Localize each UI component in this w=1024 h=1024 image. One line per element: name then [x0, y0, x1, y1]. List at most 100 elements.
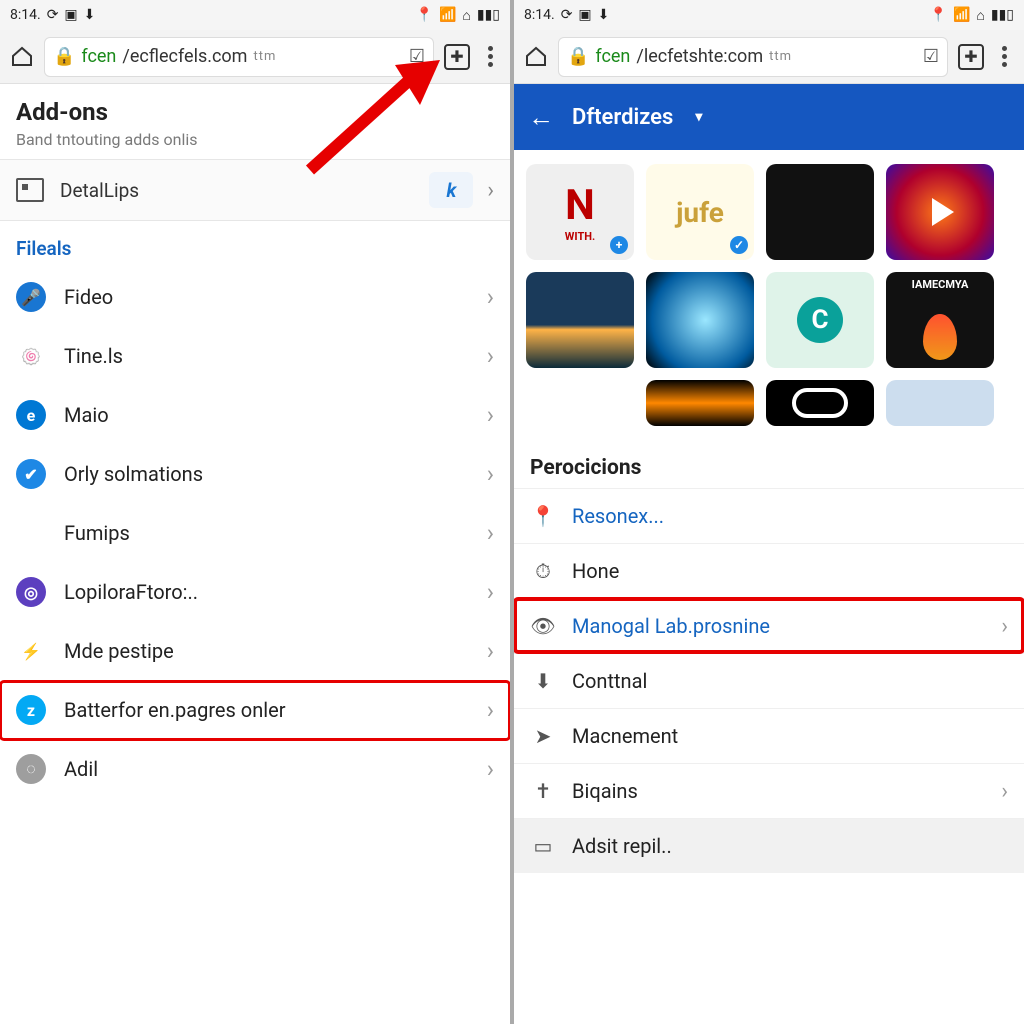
category-title: Dfterdizes [572, 105, 673, 130]
signal-icon: ▮▮▯ [991, 7, 1014, 23]
item-label: Tine.ls [64, 344, 487, 368]
app-icon: e [16, 400, 46, 430]
section-title: Perocicions [514, 444, 1024, 488]
wifi-icon: 📶 [953, 7, 970, 23]
addons-list: 🎤Fideo›🍥Tine.ls›eMaio›✔Orly solmations›◐… [0, 268, 510, 799]
lock-icon: 🔒 [567, 46, 589, 67]
settings-item[interactable]: ✝Biqains› [514, 763, 1024, 818]
status-bar: 8:14. ⟳ ▣ ⬇ 📍 📶 ⌂ ▮▮▯ [514, 0, 1024, 30]
new-tab-button[interactable]: ✚ [958, 44, 984, 70]
thumb[interactable]: C [766, 272, 874, 368]
status-icon: ⬇ [84, 7, 96, 23]
list-item[interactable]: ◎LopiloraFtoro:..› [0, 563, 510, 622]
settings-item[interactable]: ▭Adsit repil.. [514, 818, 1024, 873]
setting-icon: ✝ [530, 778, 556, 804]
overflow-menu-button[interactable] [994, 46, 1014, 67]
status-time: 8:14. [524, 7, 555, 23]
url-bar[interactable]: 🔒 fcen /lecfetshte:com ttm ☑ [558, 37, 948, 77]
setting-icon: 👁 [530, 613, 556, 639]
verified-badge-icon: ✓ [730, 236, 748, 254]
setting-icon: ⏱ [530, 558, 556, 584]
thumb[interactable] [886, 164, 994, 260]
thumb[interactable] [646, 380, 754, 426]
app-icon: ◎ [16, 577, 46, 607]
list-item[interactable]: ⚡Mde pestipe› [0, 622, 510, 681]
url-domain: fcen [595, 46, 630, 67]
list-item[interactable]: ✔Orly solmations› [0, 445, 510, 504]
thumb[interactable] [766, 380, 874, 426]
chevron-right-icon: › [487, 519, 494, 547]
setting-icon: ▭ [530, 833, 556, 859]
home-button[interactable] [10, 45, 34, 69]
list-item[interactable]: ◐Fumips› [0, 504, 510, 563]
status-time: 8:14. [10, 7, 41, 23]
settings-item[interactable]: ⏱ Hone [514, 543, 1024, 598]
signal-icon: ▮▮▯ [477, 7, 500, 23]
bookmark-icon[interactable]: ☑ [409, 46, 425, 67]
settings-item[interactable]: ➤Macnement [514, 708, 1024, 763]
location-icon: 📍 [930, 7, 947, 23]
thumb[interactable] [526, 380, 634, 426]
setting-label: Hone [572, 559, 619, 583]
chevron-down-icon[interactable]: ▾ [695, 109, 702, 125]
settings-item[interactable]: 📍Resonex... [514, 488, 1024, 543]
phone-left: 8:14. ⟳ ▣ ⬇ 📍 📶 ⌂ ▮▮▯ 🔒 fcen /ecflecfels… [0, 0, 510, 1024]
list-item[interactable]: zBatterfor en.pagres onler› [0, 681, 510, 740]
list-item[interactable]: 🎤Fideo› [0, 268, 510, 327]
thumbnail-grid: NWITH.+ jufe✓ C IAMECMYA [514, 150, 1024, 444]
list-item[interactable]: ◌Adil› [0, 740, 510, 799]
details-label: DetalLips [60, 179, 139, 202]
settings-item[interactable]: ⬇Conttnal [514, 653, 1024, 708]
new-tab-button[interactable]: ✚ [444, 44, 470, 70]
app-icon: 🍥 [16, 341, 46, 371]
thumb[interactable] [886, 380, 994, 426]
thumb[interactable] [766, 164, 874, 260]
chevron-right-icon: › [487, 637, 494, 665]
chevron-right-icon: › [487, 178, 494, 203]
url-path: /lecfetshte:com [636, 46, 763, 67]
settings-item[interactable]: 👁 Manogal Lab.prosnine › [514, 598, 1024, 653]
status-icon: ▣ [578, 7, 591, 23]
lock-icon: 🔒 [53, 46, 75, 67]
details-row[interactable]: DetalLips k › [0, 160, 510, 221]
thumb[interactable] [646, 272, 754, 368]
thumb[interactable] [526, 272, 634, 368]
status-icon: ⟳ [47, 7, 59, 23]
app-icon: z [16, 695, 46, 725]
url-domain: fcen [81, 46, 116, 67]
setting-label: Macnement [572, 724, 678, 748]
status-icon: ⬇ [598, 7, 610, 23]
app-icon: 🎤 [16, 282, 46, 312]
setting-label: Biqains [572, 779, 638, 803]
chevron-right-icon: › [487, 696, 494, 724]
url-bar[interactable]: 🔒 fcen /ecflecfels.com ttm ☑ [44, 37, 434, 77]
setting-label: Manogal Lab.prosnine [572, 614, 770, 638]
list-item[interactable]: 🍥 Tine.ls› [0, 327, 510, 386]
home-button[interactable] [524, 45, 548, 69]
phone-right: 8:14. ⟳ ▣ ⬇ 📍 📶 ⌂ ▮▮▯ 🔒 fcen /lecfetshte… [514, 0, 1024, 1024]
browser-chrome: 🔒 fcen /lecfetshte:com ttm ☑ ✚ [514, 30, 1024, 84]
setting-label: Resonex... [572, 504, 664, 528]
extension-badge-icon: k [429, 172, 473, 208]
item-label: Fideo [64, 285, 487, 309]
group-title: Fileals [0, 221, 510, 268]
app-icon: ✔ [16, 459, 46, 489]
add-badge-icon: + [610, 236, 628, 254]
home-icon: ⌂ [462, 7, 470, 24]
thumb[interactable]: IAMECMYA [886, 272, 994, 368]
app-icon: ◐ [16, 518, 46, 548]
back-button[interactable]: ← [528, 102, 554, 133]
item-label: Adil [64, 757, 487, 781]
chevron-right-icon: › [1001, 614, 1008, 639]
url-path: /ecflecfels.com [122, 46, 247, 67]
list-item[interactable]: eMaio› [0, 386, 510, 445]
thumb[interactable]: jufe✓ [646, 164, 754, 260]
bookmark-icon[interactable]: ☑ [923, 46, 939, 67]
setting-icon: ⬇ [530, 668, 556, 694]
url-suffix: ttm [253, 49, 276, 64]
thumb[interactable]: NWITH.+ [526, 164, 634, 260]
overflow-menu-button[interactable] [480, 46, 500, 67]
category-bar: ← Dfterdizes ▾ [514, 84, 1024, 150]
addons-title: Add-ons [16, 98, 494, 126]
chevron-right-icon: › [487, 342, 494, 370]
